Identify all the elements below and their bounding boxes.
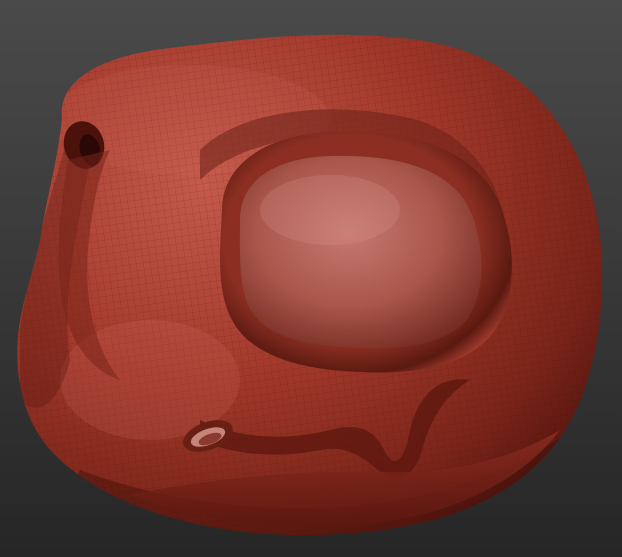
eye-socket-highlight — [260, 175, 400, 245]
sculpt-canvas — [17, 34, 603, 536]
sculpt-viewport[interactable] — [0, 0, 622, 557]
